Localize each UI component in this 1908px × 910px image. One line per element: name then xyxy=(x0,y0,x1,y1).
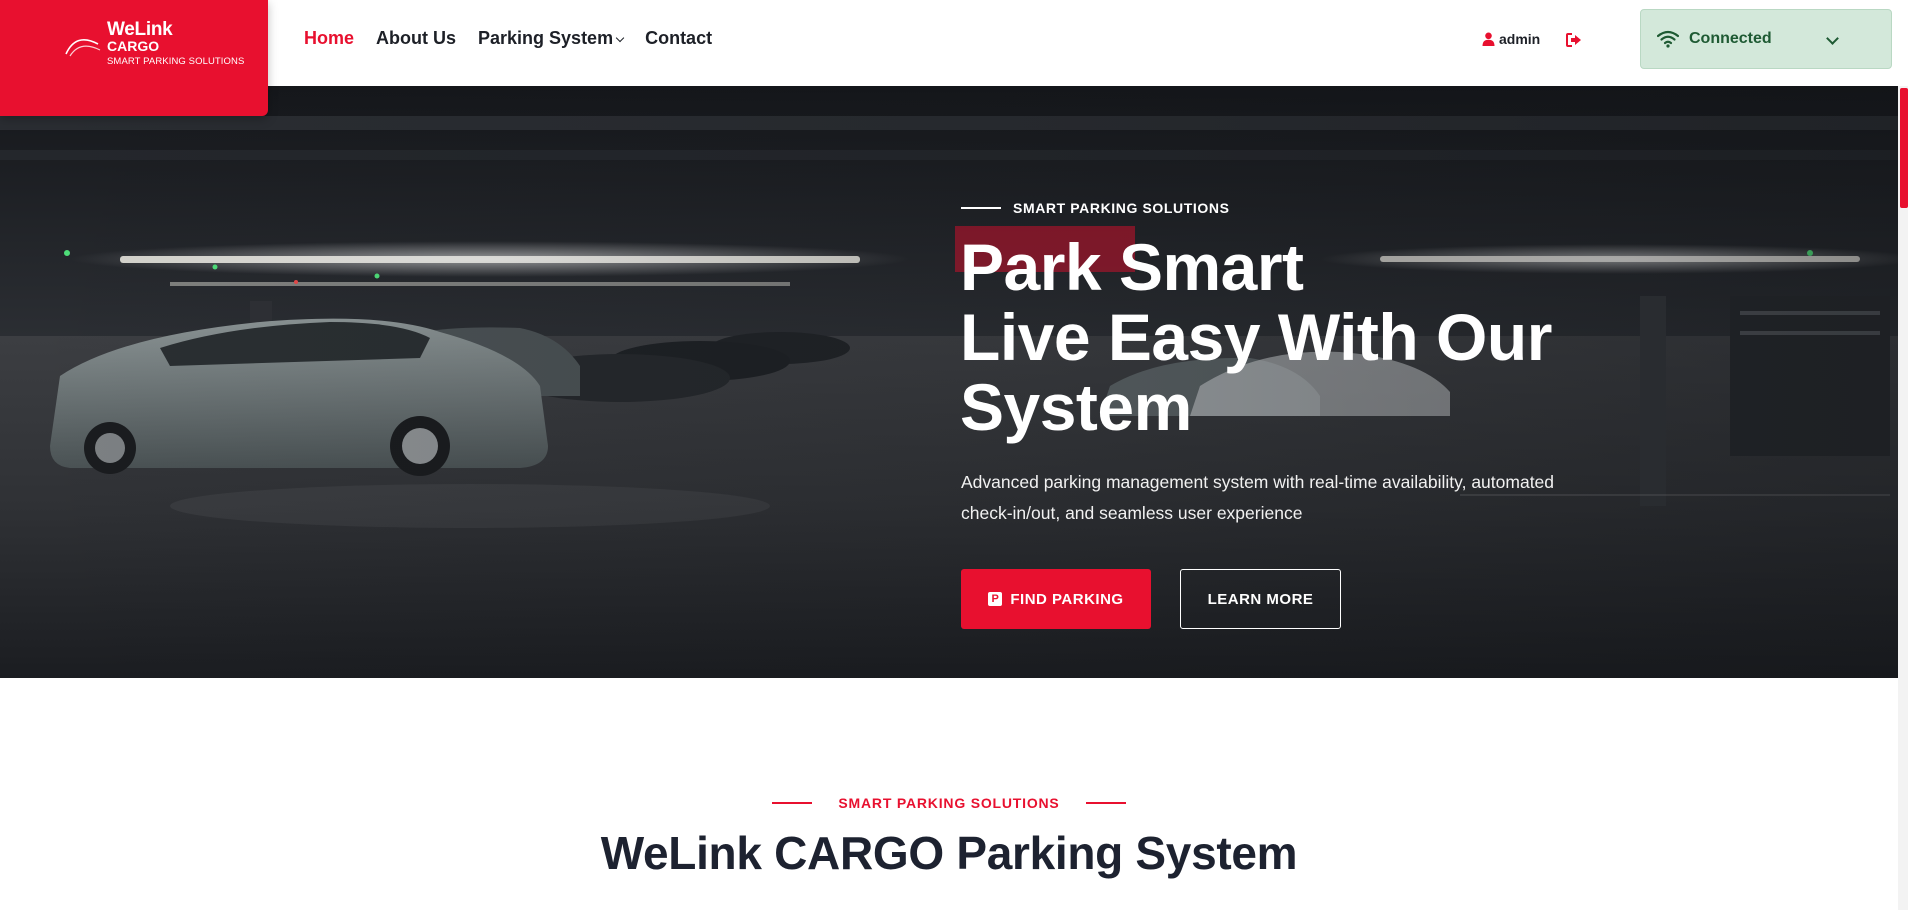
chevron-down-icon xyxy=(615,33,625,42)
nav-home[interactable]: Home xyxy=(304,28,354,49)
tagline-divider xyxy=(961,207,1001,209)
connection-status-label: Connected xyxy=(1689,30,1772,47)
main-nav: Home About Us Parking System Contact xyxy=(304,28,734,49)
nav-parking-system-label: Parking System xyxy=(478,28,614,48)
wifi-icon xyxy=(1657,30,1679,48)
user-icon xyxy=(1482,32,1495,46)
nav-parking-system[interactable]: Parking System xyxy=(478,28,625,49)
user-menu[interactable]: admin xyxy=(1482,31,1540,47)
find-parking-button[interactable]: P FIND PARKING xyxy=(961,569,1151,629)
hero-tagline-text: SMART PARKING SOLUTIONS xyxy=(1013,200,1230,216)
hero-title-line-2: Live Easy With Our xyxy=(960,300,1552,374)
parking-icon: P xyxy=(988,592,1003,606)
parking-garage-background-image xyxy=(0,86,1898,678)
section-tagline-text: SMART PARKING SOLUTIONS xyxy=(838,795,1060,811)
logo[interactable]: WeLink CARGO SMART PARKING SOLUTIONS xyxy=(0,0,268,116)
logo-sub: CARGO xyxy=(107,38,160,54)
nav-about-us[interactable]: About Us xyxy=(376,28,456,49)
tagline-divider-right xyxy=(1085,802,1126,804)
tagline-divider-left xyxy=(772,802,813,804)
section-tagline: SMART PARKING SOLUTIONS xyxy=(0,795,1898,811)
hero-section: SMART PARKING SOLUTIONS Park Smart Live … xyxy=(0,86,1898,678)
scrollbar-thumb[interactable] xyxy=(1900,88,1908,208)
hero-description: Advanced parking management system with … xyxy=(961,472,1555,523)
section-title: WeLink CARGO Parking System xyxy=(600,827,1298,879)
find-parking-label: FIND PARKING xyxy=(1010,590,1124,608)
site-header: WeLink CARGO SMART PARKING SOLUTIONS Hom… xyxy=(0,0,1908,116)
nav-contact[interactable]: Contact xyxy=(645,28,712,49)
scrollbar-track[interactable] xyxy=(1898,86,1908,910)
logo-tagline: SMART PARKING SOLUTIONS xyxy=(107,56,245,67)
user-name: admin xyxy=(1499,31,1541,47)
logout-icon[interactable] xyxy=(1566,33,1582,47)
hero-title-line-3: System xyxy=(960,370,1192,444)
connection-status-dropdown[interactable]: Connected xyxy=(1640,9,1892,69)
hero-tagline: SMART PARKING SOLUTIONS xyxy=(961,200,1230,216)
chevron-down-icon xyxy=(1826,32,1839,45)
learn-more-button[interactable]: LEARN MORE xyxy=(1180,569,1341,629)
hero-title: Park Smart Live Easy With Our System xyxy=(960,232,1552,442)
logo-arc-icon xyxy=(65,38,101,57)
hero-title-line-1: Park Smart xyxy=(960,230,1304,304)
